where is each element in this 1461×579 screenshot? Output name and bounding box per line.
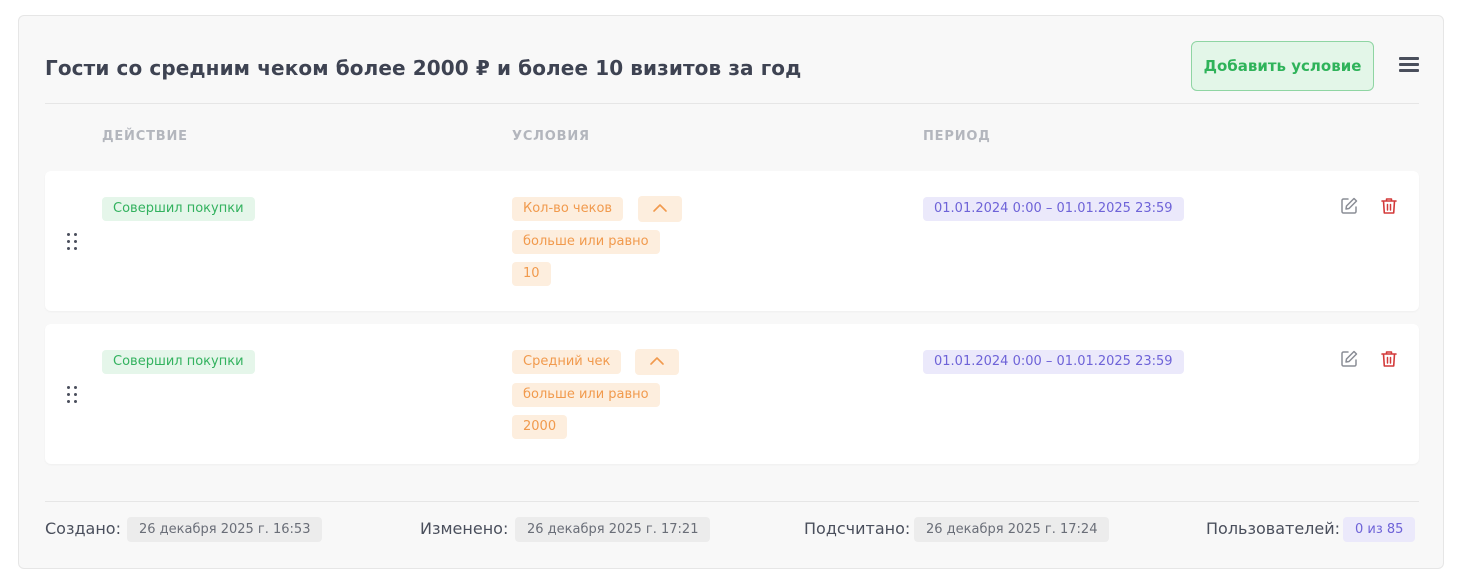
edit-icon[interactable] [1339, 196, 1359, 216]
condition-value-chip: 10 [512, 262, 551, 286]
users-label: Пользователей: [1206, 519, 1341, 538]
drag-handle-icon[interactable] [67, 386, 81, 406]
created-value: 26 декабря 2025 г. 16:53 [127, 517, 323, 542]
counted-value: 26 декабря 2025 г. 17:24 [914, 517, 1110, 542]
column-header-period: ПЕРИОД [923, 129, 991, 144]
segment-card: Гости со средним чеком более 2000 ₽ и бо… [18, 15, 1444, 569]
edit-icon[interactable] [1339, 349, 1359, 369]
condition-operator-chip: больше или равно [512, 383, 660, 407]
condition-value-chip: 2000 [512, 415, 568, 439]
hamburger-menu-icon[interactable] [1399, 57, 1419, 73]
modified-value: 26 декабря 2025 г. 17:21 [515, 517, 711, 542]
header-divider [45, 103, 1419, 104]
add-condition-button[interactable]: Добавить условие [1191, 41, 1374, 91]
column-header-action: ДЕЙСТВИЕ [102, 129, 188, 144]
created-label: Создано: [45, 519, 121, 538]
delete-icon[interactable] [1379, 196, 1399, 216]
column-header-conditions: УСЛОВИЯ [512, 129, 590, 144]
modified-label: Изменено: [420, 519, 509, 538]
condition-operator-chip: больше или равно [512, 230, 660, 254]
users-count-badge: 0 из 85 [1343, 517, 1416, 542]
condition-row: Совершил покупки Кол-во чеков больше или… [45, 171, 1419, 311]
delete-icon[interactable] [1379, 349, 1399, 369]
condition-field-chip: Средний чек [512, 350, 622, 374]
chevron-up-icon [653, 204, 667, 212]
action-chip: Совершил покупки [102, 350, 255, 374]
action-chip: Совершил покупки [102, 197, 255, 221]
collapse-chevron-button[interactable] [638, 196, 682, 222]
collapse-chevron-button[interactable] [635, 349, 679, 375]
counted-label: Подсчитано: [804, 519, 911, 538]
segment-title: Гости со средним чеком более 2000 ₽ и бо… [45, 56, 802, 80]
drag-handle-icon[interactable] [67, 233, 81, 253]
chevron-up-icon [650, 357, 664, 365]
footer-divider [45, 501, 1419, 502]
condition-field-chip: Кол-во чеков [512, 197, 624, 221]
period-chip: 01.01.2024 0:00 – 01.01.2025 23:59 [923, 350, 1184, 374]
period-chip: 01.01.2024 0:00 – 01.01.2025 23:59 [923, 197, 1184, 221]
condition-row: Совершил покупки Средний чек больше или … [45, 324, 1419, 464]
